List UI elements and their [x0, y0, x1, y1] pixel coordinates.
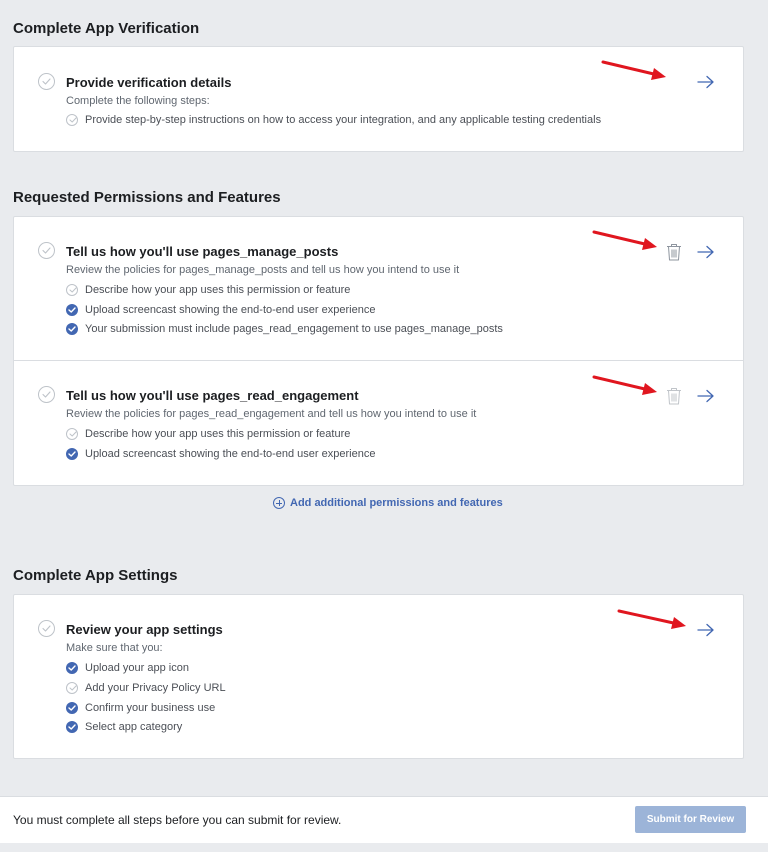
status-check-icon: [38, 620, 55, 637]
step-label: Select app category: [85, 721, 183, 733]
step-complete-icon: [66, 702, 78, 714]
step-item: Upload screencast showing the end-to-end…: [66, 447, 375, 461]
footer-bar: You must complete all steps before you c…: [0, 796, 768, 843]
divider: [14, 360, 743, 361]
settings-card: Review your app settings Make sure that …: [13, 594, 744, 759]
step-label: Describe how your app uses this permissi…: [85, 284, 351, 296]
step-item: Add your Privacy Policy URL: [66, 681, 226, 695]
step-item: Upload screencast showing the end-to-end…: [66, 303, 375, 317]
step-item: Provide step-by-step instructions on how…: [66, 113, 601, 127]
step-item: Your submission must include pages_read_…: [66, 322, 503, 336]
step-label: Add your Privacy Policy URL: [85, 682, 226, 694]
step-label: Upload screencast showing the end-to-end…: [85, 448, 376, 460]
permissions-card: Tell us how you'll use pages_manage_post…: [13, 216, 744, 486]
section-title-permissions: Requested Permissions and Features: [13, 189, 281, 206]
step-incomplete-icon: [66, 428, 78, 440]
arrow-right-icon[interactable]: [697, 389, 715, 403]
step-complete-icon: [66, 662, 78, 674]
status-check-icon: [38, 73, 55, 90]
step-item: Describe how your app uses this permissi…: [66, 427, 350, 441]
item-subtitle: Complete the following steps:: [66, 95, 210, 107]
step-complete-icon: [66, 304, 78, 316]
step-label: Your submission must include pages_read_…: [85, 323, 503, 335]
step-complete-icon: [66, 448, 78, 460]
step-incomplete-icon: [66, 682, 78, 694]
step-label: Upload your app icon: [85, 662, 189, 674]
add-permissions-label: Add additional permissions and features: [290, 497, 503, 509]
trash-icon[interactable]: [666, 243, 682, 261]
step-item: Select app category: [66, 720, 182, 734]
verification-card: Provide verification details Complete th…: [13, 46, 744, 152]
step-label: Confirm your business use: [85, 702, 216, 714]
step-item: Confirm your business use: [66, 701, 215, 715]
submit-for-review-button[interactable]: Submit for Review: [635, 806, 746, 833]
item-title: Provide verification details: [66, 75, 232, 90]
step-complete-icon: [66, 721, 78, 733]
footer-message: You must complete all steps before you c…: [13, 813, 342, 827]
item-title: Review your app settings: [66, 622, 223, 637]
arrow-right-icon[interactable]: [697, 623, 715, 637]
section-title-verification: Complete App Verification: [13, 20, 200, 37]
arrow-right-icon[interactable]: [697, 245, 715, 259]
item-subtitle: Review the policies for pages_manage_pos…: [66, 264, 460, 276]
trash-icon[interactable]: [666, 387, 682, 405]
step-incomplete-icon: [66, 114, 78, 126]
item-title: Tell us how you'll use pages_manage_post…: [66, 244, 339, 259]
section-title-settings: Complete App Settings: [13, 567, 178, 584]
add-permissions-link[interactable]: Add additional permissions and features: [273, 497, 503, 509]
step-item: Describe how your app uses this permissi…: [66, 283, 350, 297]
step-label: Provide step-by-step instructions on how…: [85, 114, 602, 126]
status-check-icon: [38, 386, 55, 403]
arrow-right-icon[interactable]: [697, 75, 715, 89]
bottom-strip: [0, 843, 768, 852]
step-incomplete-icon: [66, 284, 78, 296]
step-label: Describe how your app uses this permissi…: [85, 428, 351, 440]
status-check-icon: [38, 242, 55, 259]
item-subtitle: Review the policies for pages_read_engag…: [66, 408, 477, 420]
item-title: Tell us how you'll use pages_read_engage…: [66, 388, 359, 403]
step-complete-icon: [66, 323, 78, 335]
item-subtitle: Make sure that you:: [66, 642, 163, 654]
plus-circle-icon: [273, 497, 285, 509]
step-item: Upload your app icon: [66, 661, 189, 675]
step-label: Upload screencast showing the end-to-end…: [85, 304, 376, 316]
